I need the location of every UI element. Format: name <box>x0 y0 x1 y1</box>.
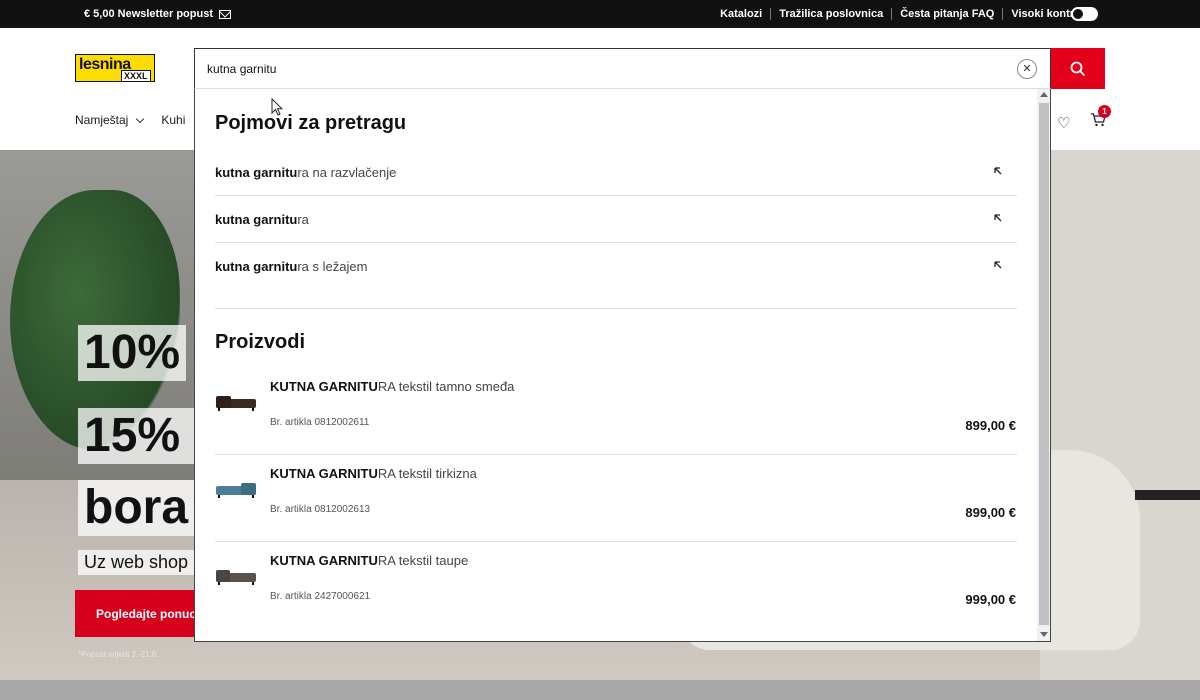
product-image <box>216 570 256 585</box>
hero-fine-print: *Popust vrijedi 3.-21.6. <box>78 650 159 659</box>
suggestion-item[interactable]: kutna garnitura <box>215 196 1017 243</box>
scroll-up-arrow-icon[interactable] <box>1040 92 1048 97</box>
top-bar: € 5,00 Newsletter popust Katalozi Tražil… <box>0 0 1200 28</box>
nav-item-namjestaj[interactable]: Namještaj <box>75 113 145 127</box>
logo-suffix: XXXL <box>121 70 151 82</box>
link-faq[interactable]: Česta pitanja FAQ <box>891 8 1002 20</box>
nav-item-label: Namještaj <box>75 113 129 127</box>
product-article-number: Br. artikla 0812002611 <box>270 417 370 428</box>
arrow-up-left-icon[interactable] <box>993 213 1003 223</box>
newsletter-promo[interactable]: € 5,00 Newsletter popust <box>84 8 231 20</box>
link-katalozi[interactable]: Katalozi <box>712 8 770 20</box>
product-image <box>216 396 256 411</box>
scrollbar-thumb[interactable] <box>1039 103 1049 625</box>
dropdown-scrollbar[interactable] <box>1037 89 1050 641</box>
nav-item-label: Kuhi <box>161 113 186 127</box>
search-terms-title: Pojmovi za pretragu <box>215 112 407 134</box>
cart-count-badge: 1 <box>1098 105 1111 118</box>
wishlist-heart-icon[interactable]: ♡ <box>1057 114 1070 132</box>
clear-search-button[interactable]: ✕ <box>1017 59 1037 79</box>
suggestion-text: kutna garnitura <box>215 212 309 227</box>
hero-headline-3: bora <box>78 480 195 536</box>
section-divider <box>215 308 1017 309</box>
main-nav: Namještaj Kuhi <box>75 113 185 127</box>
suggestion-text: kutna garnitura s ležajem <box>215 259 368 274</box>
product-name: KUTNA GARNITURA tekstil taupe <box>270 553 469 568</box>
hero-subline: Uz web shop <box>78 550 195 575</box>
arrow-up-left-icon[interactable] <box>993 260 1003 270</box>
product-name: KUTNA GARNITURA tekstil tirkizna <box>270 466 477 481</box>
products-title: Proizvodi <box>215 331 306 353</box>
product-name: KUTNA GARNITURA tekstil tamno smeđa <box>270 379 515 394</box>
product-row[interactable]: KUTNA GARNITURA tekstil taupe Br. artikl… <box>215 541 1017 629</box>
product-image <box>216 483 256 498</box>
suggestion-item[interactable]: kutna garnitura s ležajem <box>215 243 1017 290</box>
product-row[interactable]: KUTNA GARNITURA tekstil tirkizna Br. art… <box>215 454 1017 542</box>
product-price: 899,00 € <box>965 418 1016 433</box>
link-store-finder[interactable]: Tražilica poslovnica <box>770 8 891 20</box>
product-row[interactable]: KUTNA GARNITURA tekstil tamno smeđa Br. … <box>215 367 1017 455</box>
arrow-up-left-icon[interactable] <box>993 166 1003 176</box>
nav-item-kuhinje[interactable]: Kuhi <box>161 113 185 127</box>
hero-headline-2: 15% l <box>78 408 213 464</box>
newsletter-promo-label[interactable]: € 5,00 Newsletter popust <box>84 8 213 20</box>
search-button[interactable] <box>1051 48 1105 89</box>
suggestion-text: kutna garnitura na razvlačenje <box>215 165 397 180</box>
bottom-strip <box>0 680 1200 700</box>
scroll-down-arrow-icon[interactable] <box>1040 632 1048 637</box>
search-icon <box>1070 61 1086 77</box>
mouse-cursor-icon <box>271 98 283 116</box>
hero-headline-1: 10% <box>78 325 187 381</box>
product-price: 999,00 € <box>965 592 1016 607</box>
top-links: Katalozi Tražilica poslovnica Česta pita… <box>712 8 1098 20</box>
search-box: ✕ <box>194 48 1051 89</box>
mail-icon <box>219 9 231 19</box>
search-suggestions-dropdown: Pojmovi za pretragu kutna garnitura na r… <box>194 88 1051 642</box>
product-article-number: Br. artikla 2427000621 <box>270 591 371 602</box>
search-input[interactable] <box>207 59 987 79</box>
product-price: 899,00 € <box>965 505 1016 520</box>
hero-table-image <box>1135 490 1200 500</box>
chevron-down-icon <box>136 114 145 123</box>
suggestion-item[interactable]: kutna garnitura na razvlačenje <box>215 149 1017 196</box>
logo[interactable]: lesnina XXXL <box>75 54 155 82</box>
high-contrast-toggle[interactable] <box>1071 7 1098 21</box>
hero-cta-button[interactable]: Pogledajte ponuc <box>75 590 205 637</box>
product-article-number: Br. artikla 0812002613 <box>270 504 371 515</box>
